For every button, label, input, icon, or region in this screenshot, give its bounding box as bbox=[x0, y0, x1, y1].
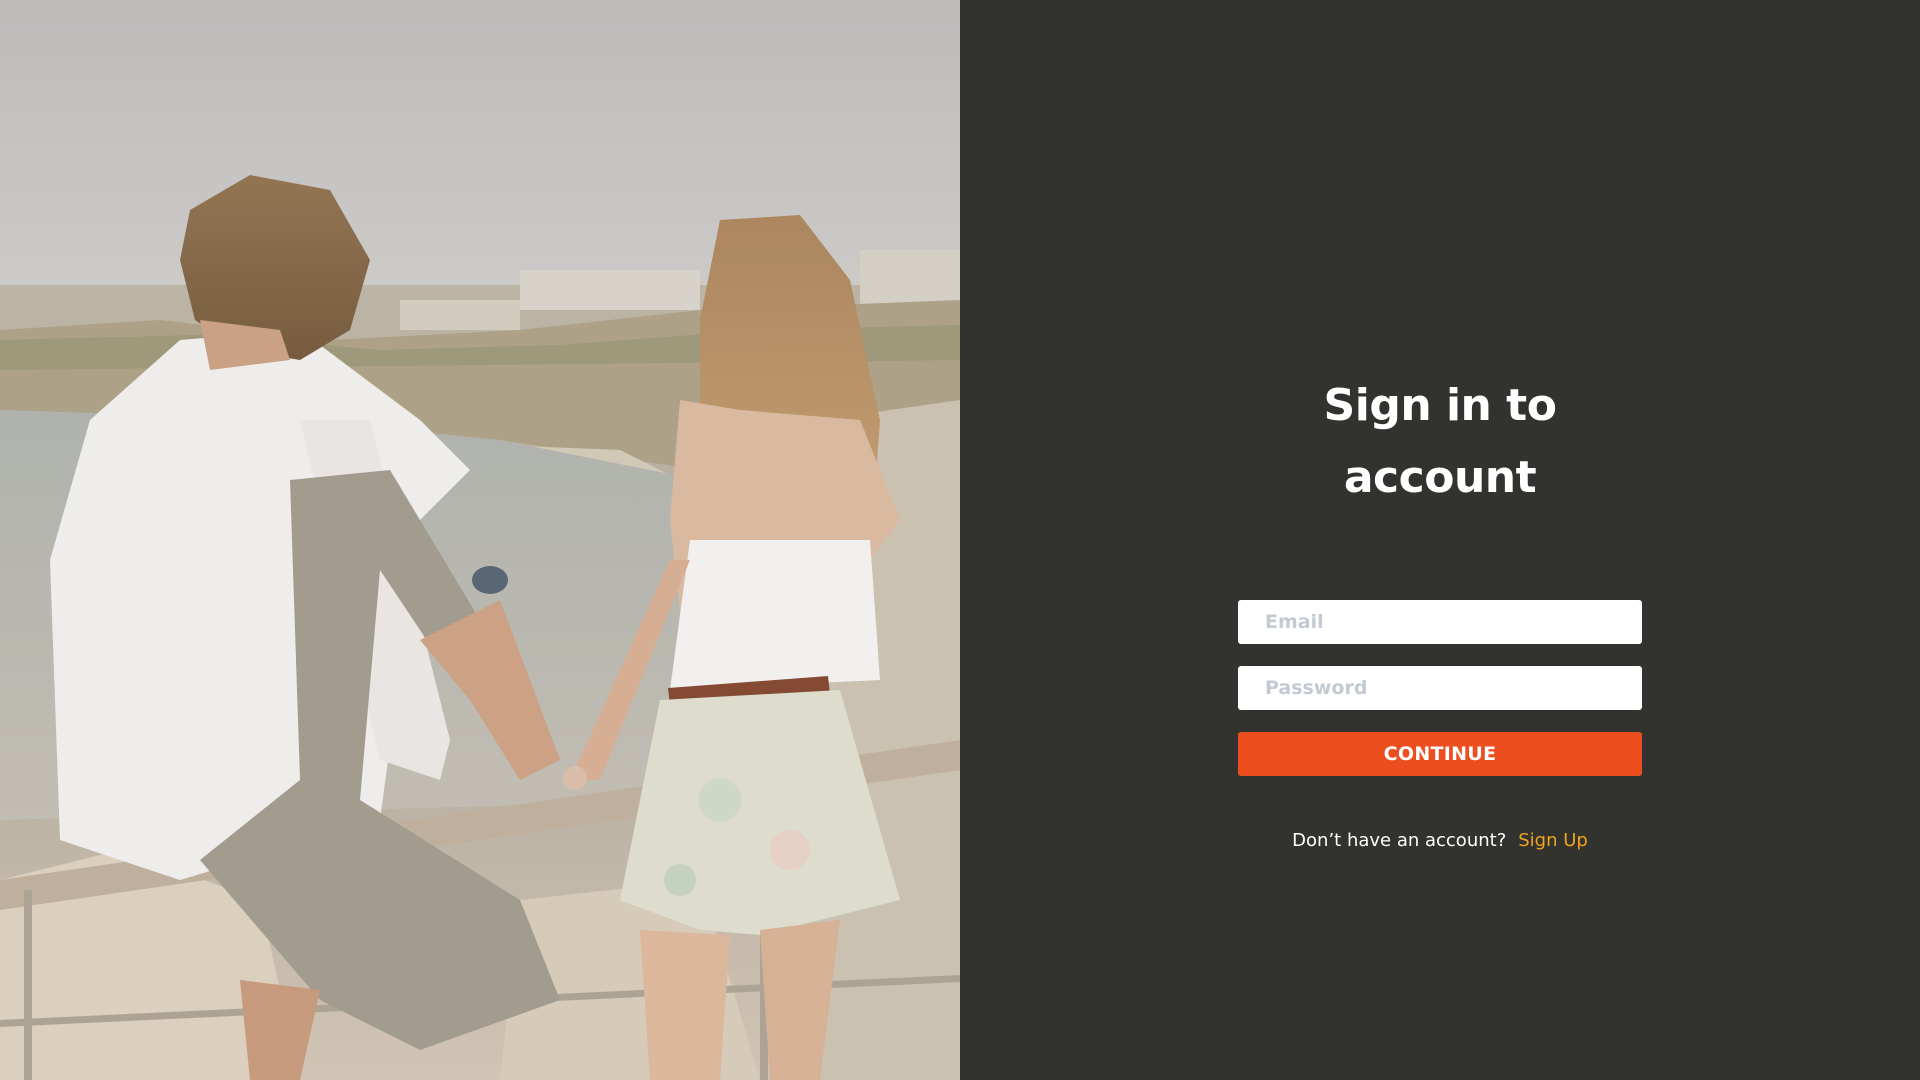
continue-button[interactable]: CONTINUE bbox=[1238, 732, 1642, 776]
couple-by-sea-photo bbox=[0, 0, 960, 1080]
signup-prompt: Don’t have an account? bbox=[1292, 830, 1507, 851]
page-title: Sign in to account bbox=[1323, 380, 1557, 503]
signup-row: Don’t have an account? Sign Up bbox=[1238, 828, 1642, 854]
signup-link[interactable]: Sign Up bbox=[1518, 830, 1588, 851]
sign-in-page: Sign in to account CONTINUE Don’t have a… bbox=[0, 0, 1920, 1080]
hero-photo bbox=[0, 0, 960, 1080]
password-input[interactable] bbox=[1238, 666, 1642, 710]
sign-in-form: Sign in to account CONTINUE Don’t have a… bbox=[1238, 370, 1642, 854]
form-panel: Sign in to account CONTINUE Don’t have a… bbox=[960, 0, 1920, 1080]
email-input[interactable] bbox=[1238, 600, 1642, 644]
